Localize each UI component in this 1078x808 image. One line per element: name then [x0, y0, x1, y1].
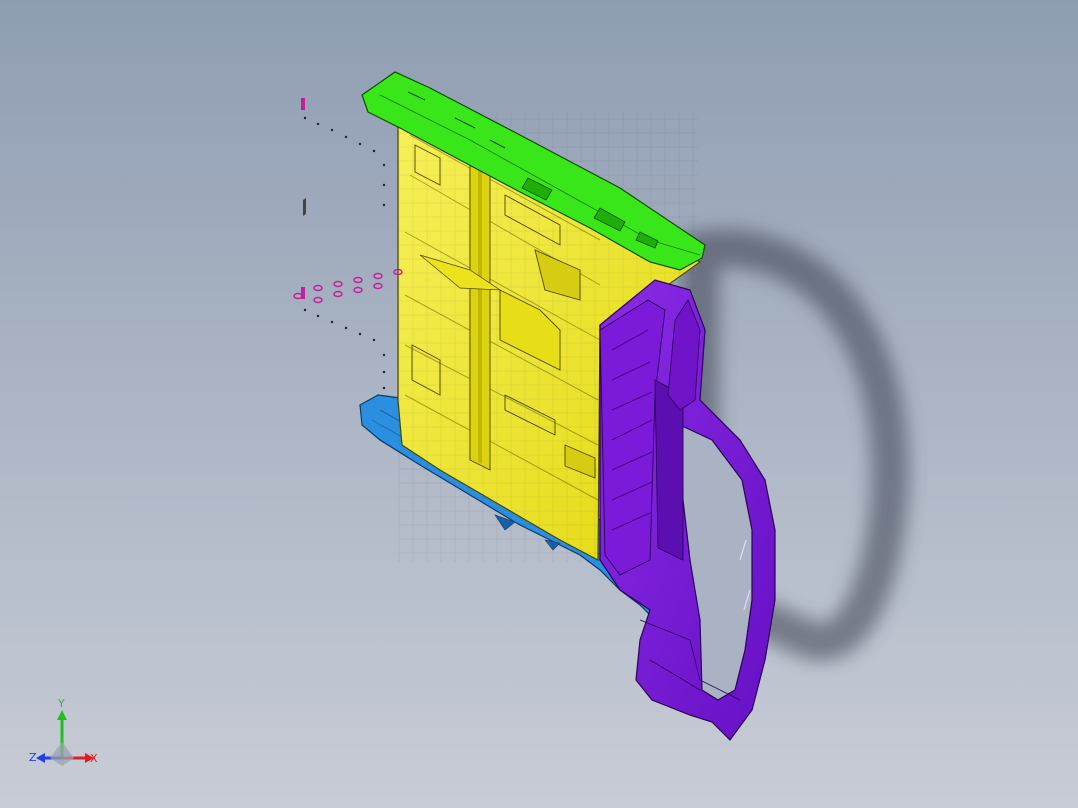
cad-model-scene[interactable]: [0, 0, 1078, 808]
fastener-group[interactable]: [293, 98, 403, 390]
cad-graphics-viewport[interactable]: Y X Z: [0, 0, 1078, 808]
side-frame-part[interactable]: [599, 279, 776, 741]
orientation-triad[interactable]: [36, 710, 94, 766]
triad-x-label: X: [90, 752, 98, 765]
fastener-bolt: [301, 98, 305, 110]
triad-z-label: Z: [29, 751, 37, 764]
triad-y-label: Y: [58, 697, 65, 710]
